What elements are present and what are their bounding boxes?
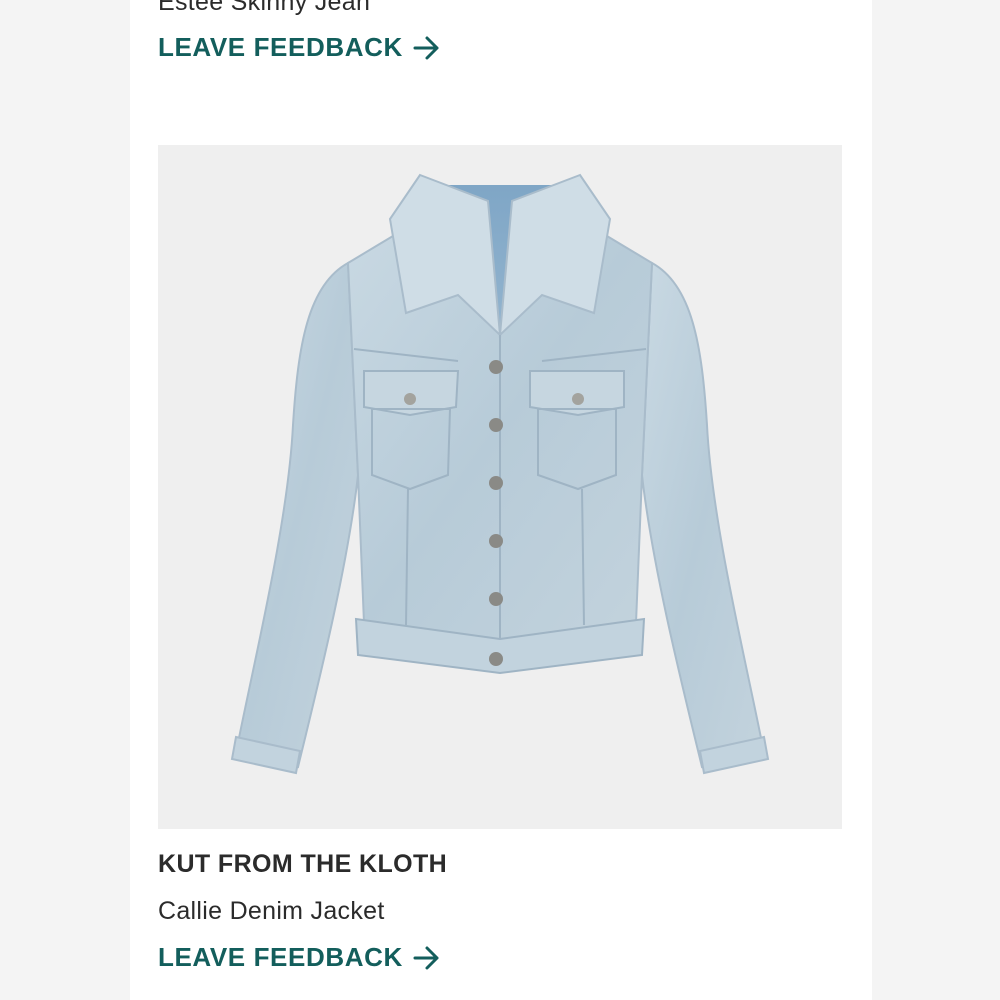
product-image[interactable] <box>158 145 842 829</box>
denim-jacket-image <box>230 173 770 775</box>
leave-feedback-link-previous[interactable]: LEAVE FEEDBACK <box>158 32 441 63</box>
leave-feedback-label: LEAVE FEEDBACK <box>158 942 403 972</box>
leave-feedback-link[interactable]: LEAVE FEEDBACK <box>158 942 441 973</box>
arrow-right-icon <box>413 945 441 971</box>
page: Estee Skinny Jean LEAVE FEEDBACK KUT FRO… <box>0 0 1000 1000</box>
previous-product-name: Estee Skinny Jean <box>158 0 371 16</box>
arrow-right-icon <box>413 35 441 61</box>
product-name: Callie Denim Jacket <box>158 897 385 925</box>
product-brand: KUT FROM THE KLOTH <box>158 850 448 878</box>
leave-feedback-label: LEAVE FEEDBACK <box>158 32 403 62</box>
